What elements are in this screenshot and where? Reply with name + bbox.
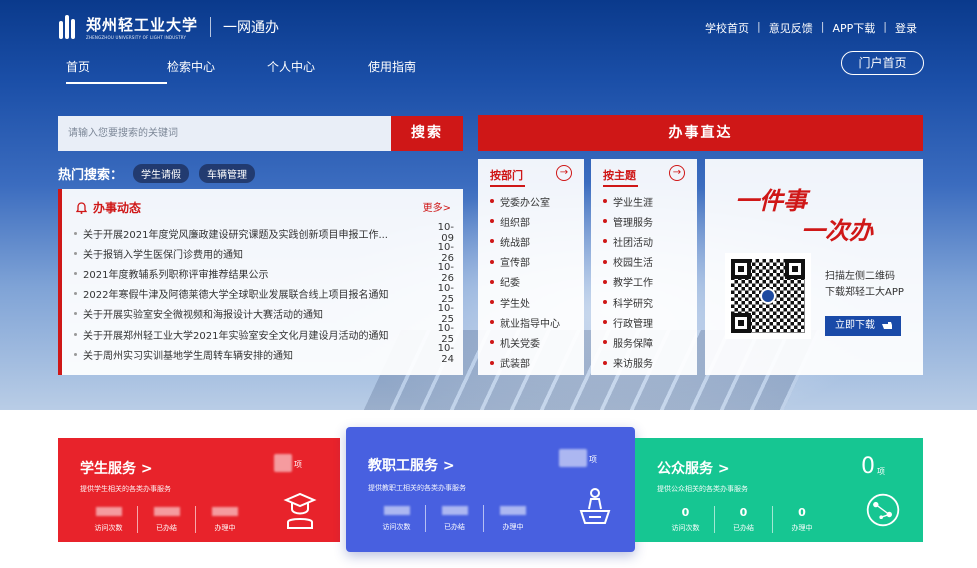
logo-name: 郑州轻工业大学 — [86, 16, 199, 34]
by-topic-panel: 按主题 → 学业生涯 管理服务 社团活动 校园生活 教学工作 科学研究 行政管理… — [591, 159, 697, 375]
card-desc: 提供学生相关的各类办事服务 — [80, 485, 171, 493]
qr-code-icon — [725, 253, 811, 339]
dept-item[interactable]: 组织部 — [490, 211, 560, 231]
student-service-card[interactable]: 学生服务 > 提供学生相关的各类办事服务 项 访问次数 已办结 办理中 — [58, 438, 340, 542]
staff-service-card[interactable]: 教职工服务 > 提供教职工相关的各类办事服务 项 访问次数 已办结 办理中 — [346, 427, 635, 552]
promo-line-2: 一次办 — [801, 216, 873, 245]
main-nav: 首页 检索中心 个人中心 使用指南 — [66, 58, 448, 84]
topic-item[interactable]: 社团活动 — [603, 231, 653, 251]
graduate-icon — [283, 492, 317, 529]
promo-line-1: 一件事 — [735, 186, 807, 215]
public-service-card[interactable]: 公众服务 > 提供公众相关的各类办事服务 0项 0 访问次数 0 已办结 0 办理中 — [635, 438, 923, 542]
news-list: 关于开展2021年度党风廉政建设研究课题及实践创新项目申报工作... 10-09 … — [74, 222, 454, 365]
link-school-home[interactable]: 学校首页 — [705, 20, 749, 36]
search-input[interactable]: 请输入您要搜索的关键词 — [58, 116, 391, 151]
hot-search-label: 热门搜索： — [58, 168, 124, 183]
download-now-button[interactable]: 立即下载 — [825, 316, 901, 336]
arrow-right-icon[interactable]: → — [556, 165, 572, 181]
app-promo-panel: 一件事 一次办 扫描左侧二维码 下载郑轻工大APP 立即下载 — [705, 159, 923, 375]
card-count: 0项 — [861, 454, 885, 479]
by-department-panel: 按部门 → 党委办公室 组织部 统战部 宣传部 纪委 学生处 就业指导中心 机关… — [478, 159, 584, 375]
topic-item[interactable]: 服务保障 — [603, 332, 653, 352]
hot-search: 热门搜索： 学生请假 车辆管理 — [58, 164, 256, 183]
arrow-right-icon[interactable]: → — [669, 165, 685, 181]
teacher-icon — [579, 488, 611, 524]
portal-home-button[interactable]: 门户首页 — [841, 51, 924, 75]
news-item[interactable]: 2021年度教辅系列职称评审推荐结果公示 10-26 — [74, 262, 454, 284]
news-item[interactable]: 关于报销入学生医保门诊费用的通知 10-26 — [74, 242, 454, 264]
top-links: 学校首页 | 意见反馈 | APP下载 | 登录 — [705, 20, 917, 36]
news-item[interactable]: 关于开展郑州轻工业大学2021年实验室安全文化月建设月活动的通知 10-25 — [74, 323, 454, 345]
dept-item[interactable]: 机关党委 — [490, 332, 560, 352]
topic-item[interactable]: 学业生涯 — [603, 191, 653, 211]
card-stats: 0 访问次数 0 已办结 0 办理中 — [657, 506, 831, 533]
globe-icon — [866, 493, 900, 527]
link-login[interactable]: 登录 — [895, 20, 917, 36]
card-title[interactable]: 教职工服务 > — [368, 455, 455, 475]
hand-pointer-icon — [882, 322, 893, 329]
logo-divider — [210, 17, 212, 37]
dept-item[interactable]: 宣传部 — [490, 252, 560, 272]
news-header: 办事动态 — [76, 199, 141, 216]
news-item[interactable]: 2022年寒假牛津及阿德莱德大学全球职业发展联合线上项目报名通知 10-25 — [74, 283, 454, 305]
search-button[interactable]: 搜索 — [391, 116, 463, 151]
news-title: 办事动态 — [93, 201, 142, 215]
dept-item[interactable]: 统战部 — [490, 231, 560, 251]
bell-icon — [76, 201, 87, 214]
hot-tag-student-leave[interactable]: 学生请假 — [133, 164, 190, 183]
card-desc: 提供公众相关的各类办事服务 — [657, 485, 748, 493]
card-stats: 访问次数 已办结 办理中 — [80, 506, 254, 533]
dept-item[interactable]: 就业指导中心 — [490, 312, 560, 332]
news-item[interactable]: 关于周州实习实训基地学生周转车辆安排的通知 10-24 — [74, 343, 454, 365]
nav-user-guide[interactable]: 使用指南 — [368, 58, 448, 75]
dept-item[interactable]: 纪委 — [490, 272, 560, 292]
news-panel: 办事动态 更多> 关于开展2021年度党风廉政建设研究课题及实践创新项目申报工作… — [58, 189, 463, 375]
nav-search-center[interactable]: 检索中心 — [167, 58, 267, 75]
banzhi-header: 办事直达 — [478, 115, 923, 151]
hot-tag-vehicle[interactable]: 车辆管理 — [199, 164, 256, 183]
link-feedback[interactable]: 意见反馈 — [769, 20, 813, 36]
topic-item[interactable]: 行政管理 — [603, 312, 653, 332]
topic-item[interactable]: 校园生活 — [603, 252, 653, 272]
card-desc: 提供教职工相关的各类办事服务 — [368, 484, 466, 492]
nav-personal-center[interactable]: 个人中心 — [267, 58, 368, 75]
topic-item[interactable]: 教学工作 — [603, 272, 653, 292]
card-title[interactable]: 公众服务 > — [657, 458, 730, 478]
university-logo[interactable]: 郑州轻工业大学 ZHENGZHOU UNIVERSITY OF LIGHT IN… — [58, 14, 279, 40]
nav-home[interactable]: 首页 — [66, 58, 167, 84]
by-department-label[interactable]: 按部门 — [490, 167, 525, 187]
news-more-link[interactable]: 更多> — [423, 199, 451, 214]
topic-item[interactable]: 科学研究 — [603, 292, 653, 312]
dept-item[interactable]: 武装部 — [490, 353, 560, 373]
scan-instructions: 扫描左侧二维码 下载郑轻工大APP — [825, 271, 904, 298]
logo-emblem-icon — [58, 15, 80, 39]
logo-subtitle: 一网通办 — [223, 20, 280, 36]
topic-item[interactable]: 来访服务 — [603, 353, 653, 373]
news-item[interactable]: 关于开展2021年度党风廉政建设研究课题及实践创新项目申报工作... 10-09 — [74, 222, 454, 244]
news-item[interactable]: 关于开展实验室安全微视频和海报设计大赛活动的通知 10-25 — [74, 303, 454, 325]
dept-item[interactable]: 学生处 — [490, 292, 560, 312]
topic-item[interactable]: 管理服务 — [603, 211, 653, 231]
card-stats: 访问次数 已办结 办理中 — [368, 505, 542, 532]
link-app-download[interactable]: APP下载 — [832, 20, 875, 36]
card-count: 项 — [274, 454, 302, 472]
by-topic-label[interactable]: 按主题 — [603, 167, 638, 187]
logo-en: ZHENGZHOU UNIVERSITY OF LIGHT INDUSTRY — [86, 35, 187, 40]
card-count: 项 — [559, 449, 597, 467]
card-title[interactable]: 学生服务 > — [80, 458, 153, 478]
dept-item[interactable]: 党委办公室 — [490, 191, 560, 211]
